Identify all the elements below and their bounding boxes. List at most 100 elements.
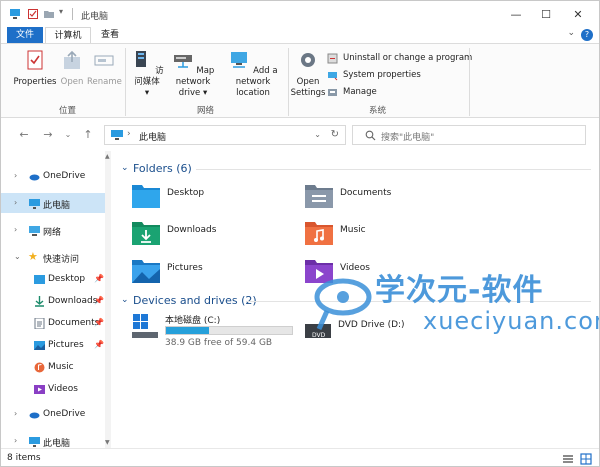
search-input[interactable]: 搜索"此电脑" xyxy=(352,125,586,145)
ribbon-divider xyxy=(469,48,470,116)
sidebar-item-this-pc[interactable]: › 此电脑 xyxy=(1,193,105,213)
help-icon[interactable]: ? xyxy=(581,29,593,41)
properties-button[interactable]: Properties xyxy=(11,49,59,88)
document-icon xyxy=(34,318,45,329)
large-icons-view-icon[interactable] xyxy=(580,453,592,465)
drive-c[interactable]: 本地磁盘 (C:) 38.9 GB free of 59.4 GB xyxy=(131,311,301,351)
ribbon-divider xyxy=(125,48,126,116)
network-group-label: 网络 xyxy=(197,106,215,116)
sidebar-item-network[interactable]: › 网络 xyxy=(1,220,105,240)
properties-icon xyxy=(27,50,43,70)
collapse-chevron-icon[interactable]: ⌄ xyxy=(121,295,129,305)
sidebar-scrollbar[interactable]: ▲ ▼ xyxy=(105,151,111,448)
maximize-button[interactable]: ☐ xyxy=(531,1,561,27)
folder-pictures[interactable]: Pictures xyxy=(131,257,281,291)
pin-icon[interactable]: 📌 xyxy=(94,296,104,305)
back-button[interactable]: ← xyxy=(17,128,31,142)
sidebar-item-onedrive[interactable]: › OneDrive xyxy=(1,166,105,186)
sidebar-item-onedrive[interactable]: › OneDrive xyxy=(1,404,105,424)
documents-folder-icon xyxy=(305,185,333,208)
close-button[interactable]: ✕ xyxy=(563,1,593,27)
folder-label: Music xyxy=(340,225,366,235)
status-bar: 8 items xyxy=(1,448,599,466)
pin-icon[interactable]: 📌 xyxy=(94,318,104,327)
access-media-button[interactable]: 访问媒体 ▾ xyxy=(128,49,166,99)
system-properties-button[interactable]: System properties xyxy=(327,68,421,82)
system-group-label: 系统 xyxy=(369,106,387,116)
manage-label: Manage xyxy=(343,87,377,97)
collapse-ribbon-icon[interactable]: ⌄ xyxy=(567,28,575,38)
map-network-drive-button[interactable]: Map network drive ▾ xyxy=(164,49,222,99)
sidebar-item-quick-access[interactable]: ⌄ ★ 快速访问 xyxy=(1,247,105,267)
rename-button[interactable]: Rename xyxy=(87,49,122,88)
search-icon xyxy=(365,130,376,141)
expand-chevron-icon[interactable]: › xyxy=(14,409,17,418)
forward-button[interactable]: → xyxy=(41,128,55,142)
drives-section-title[interactable]: Devices and drives (2) xyxy=(133,294,257,307)
add-network-location-button[interactable]: Add a network location xyxy=(221,49,285,99)
desktop-folder-icon xyxy=(132,185,160,208)
sidebar-item-label: Downloads xyxy=(48,296,98,306)
folder-label: Documents xyxy=(340,188,392,198)
drive-usage-bar xyxy=(165,326,293,335)
sidebar-item-videos[interactable]: Videos xyxy=(1,379,105,399)
sidebar-item-label: Music xyxy=(48,362,74,372)
expand-chevron-icon[interactable]: › xyxy=(14,171,17,180)
scroll-up-icon[interactable]: ▲ xyxy=(105,153,110,160)
title-separator xyxy=(72,8,73,20)
quick-access-dropdown-icon[interactable]: ▾ xyxy=(59,7,63,16)
folder-downloads[interactable]: Downloads xyxy=(131,219,281,253)
tab-file[interactable]: 文件 xyxy=(7,27,43,43)
pictures-folder-icon xyxy=(132,260,160,283)
pin-icon[interactable]: 📌 xyxy=(94,274,104,283)
downloads-folder-icon xyxy=(132,222,160,245)
properties-label: Properties xyxy=(13,77,57,87)
tab-computer[interactable]: 计算机 xyxy=(45,27,91,44)
video-icon xyxy=(34,385,45,394)
watermark: 学次元-软件 xueciyuan.com xyxy=(311,259,599,349)
address-dropdown-icon[interactable]: ⌄ xyxy=(314,130,321,139)
properties-check-icon[interactable] xyxy=(27,8,39,20)
tab-view[interactable]: 查看 xyxy=(93,27,127,43)
open-icon xyxy=(64,50,80,69)
sidebar-item-label: Documents xyxy=(48,318,100,328)
collapse-chevron-icon[interactable]: ⌄ xyxy=(121,163,129,173)
minimize-button[interactable]: — xyxy=(501,1,531,27)
sidebar-item-downloads[interactable]: Downloads 📌 xyxy=(1,291,105,311)
folder-label: Desktop xyxy=(167,188,205,198)
expand-chevron-icon[interactable]: › xyxy=(14,198,17,207)
sidebar-item-documents[interactable]: Documents 📌 xyxy=(1,313,105,333)
up-button[interactable]: ↑ xyxy=(81,128,95,142)
folder-desktop[interactable]: Desktop xyxy=(131,182,281,216)
sidebar-item-music[interactable]: Music xyxy=(1,357,105,377)
location-group-label: 位置 xyxy=(59,106,77,116)
expand-chevron-icon[interactable]: › xyxy=(14,436,17,445)
recent-locations-chevron-icon[interactable]: ⌄ xyxy=(61,128,75,142)
watermark-logo-icon xyxy=(314,278,372,331)
item-count: 8 items xyxy=(7,453,41,463)
new-folder-icon[interactable] xyxy=(43,8,55,20)
picture-icon xyxy=(34,341,45,350)
manage-button[interactable]: Manage xyxy=(327,85,377,99)
folder-documents[interactable]: Documents xyxy=(304,182,454,216)
uninstall-button[interactable]: Uninstall or change a program xyxy=(327,51,472,65)
open-settings-label: Open Settings xyxy=(290,77,326,98)
drive-usage-fill xyxy=(166,327,210,334)
pin-icon[interactable]: 📌 xyxy=(94,340,104,349)
cloud-icon xyxy=(29,412,40,419)
address-bar[interactable]: › 此电脑 ⌄ ↻ xyxy=(104,125,346,145)
details-view-icon[interactable] xyxy=(562,453,574,465)
scroll-down-icon[interactable]: ▼ xyxy=(105,439,110,446)
open-label: Open xyxy=(60,77,84,87)
refresh-icon[interactable]: ↻ xyxy=(331,129,339,140)
expand-chevron-icon[interactable]: › xyxy=(14,225,17,234)
collapse-chevron-icon[interactable]: ⌄ xyxy=(14,252,21,261)
open-settings-button[interactable]: Open Settings xyxy=(289,49,327,99)
music-folder-icon xyxy=(305,222,333,245)
folder-music[interactable]: Music xyxy=(304,219,454,253)
sidebar-item-pictures[interactable]: Pictures 📌 xyxy=(1,335,105,355)
section-divider xyxy=(196,169,591,170)
sidebar-item-desktop[interactable]: Desktop 📌 xyxy=(1,269,105,289)
open-button[interactable]: Open xyxy=(57,49,87,88)
folders-section-title[interactable]: Folders (6) xyxy=(133,162,192,175)
